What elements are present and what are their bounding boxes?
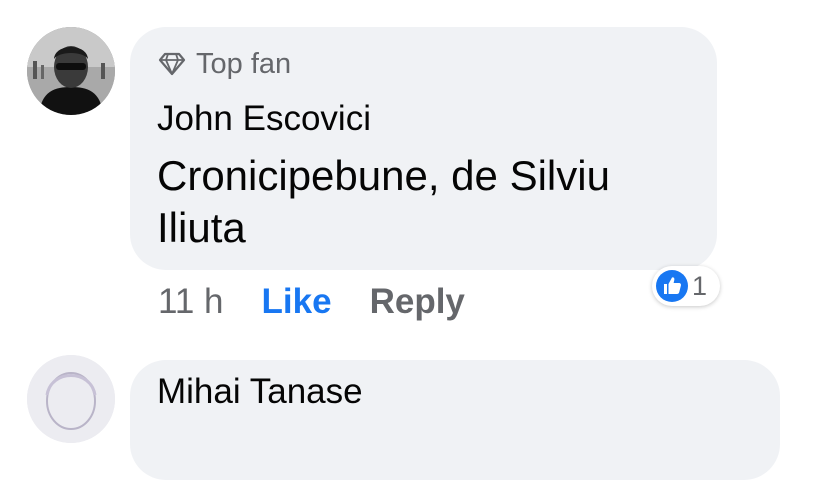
reaction-summary[interactable]: 1 bbox=[652, 266, 720, 306]
like-button[interactable]: Like bbox=[262, 282, 332, 322]
avatar[interactable] bbox=[27, 355, 115, 443]
comment-author[interactable]: Mihai Tanase bbox=[157, 372, 363, 412]
comment-actions: 11 h Like Reply bbox=[158, 280, 465, 324]
comment-author[interactable]: John Escovici bbox=[157, 99, 371, 139]
avatar[interactable] bbox=[27, 27, 115, 115]
comment-text: Cronicipebune, de Silviu Iliuta bbox=[157, 152, 610, 251]
reaction-count: 1 bbox=[692, 270, 708, 301]
diamond-icon bbox=[158, 52, 186, 76]
badge-label: Top fan bbox=[196, 47, 292, 80]
reply-button[interactable]: Reply bbox=[370, 282, 465, 322]
thumbs-up-icon bbox=[655, 269, 689, 303]
top-fan-badge: Top fan bbox=[158, 46, 291, 82]
comment-timestamp[interactable]: 11 h bbox=[158, 282, 224, 322]
